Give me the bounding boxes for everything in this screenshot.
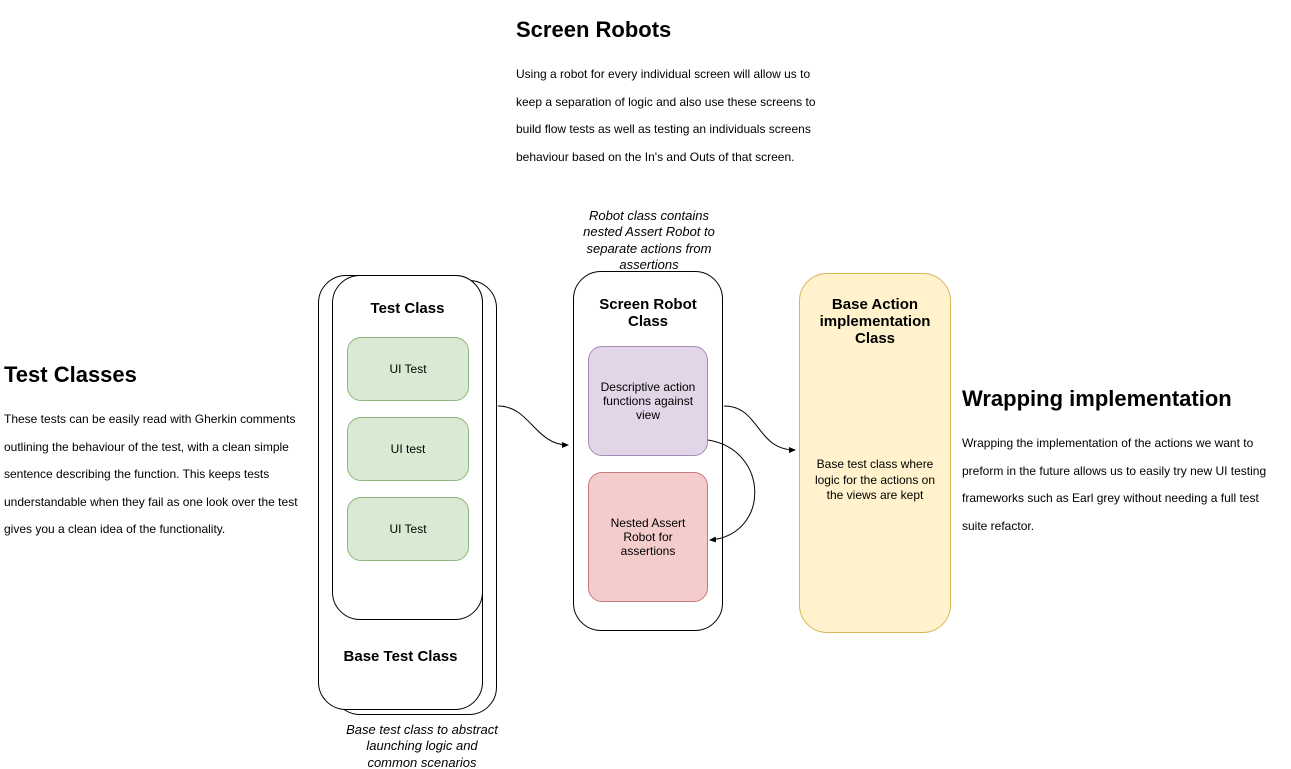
base-action-title: Base Action implementation Class bbox=[812, 296, 938, 347]
descriptive-action-pill: Descriptive action functions against vie… bbox=[588, 346, 708, 456]
screen-robots-title: Screen Robots bbox=[516, 17, 826, 43]
ui-test-pill-2: UI test bbox=[347, 417, 469, 481]
descriptive-action-label: Descriptive action functions against vie… bbox=[595, 380, 701, 422]
test-class-card: Test Class UI Test UI test UI Test bbox=[332, 275, 483, 620]
wrapping-block: Wrapping implementation Wrapping the imp… bbox=[962, 386, 1282, 540]
test-classes-body: These tests can be easily read with Gher… bbox=[4, 406, 314, 544]
wrapping-title: Wrapping implementation bbox=[962, 386, 1282, 412]
screen-robot-card: Screen Robot Class Descriptive action fu… bbox=[573, 271, 723, 631]
base-test-class-title: Base Test Class bbox=[333, 648, 468, 665]
base-action-card: Base Action implementation Class Base te… bbox=[799, 273, 951, 633]
base-test-class-note: Base test class to abstract launching lo… bbox=[346, 722, 498, 769]
arrow-robot-to-action bbox=[724, 406, 795, 450]
test-classes-block: Test Classes These tests can be easily r… bbox=[4, 362, 314, 544]
screen-robot-title: Screen Robot Class bbox=[588, 296, 708, 330]
nested-assert-label: Nested Assert Robot for assertions bbox=[595, 516, 701, 558]
wrapping-body: Wrapping the implementation of the actio… bbox=[962, 430, 1282, 540]
test-class-card-title: Test Class bbox=[347, 300, 468, 317]
arrow-test-to-robot bbox=[498, 406, 568, 445]
ui-test-pill-3: UI Test bbox=[347, 497, 469, 561]
screen-robots-block: Screen Robots Using a robot for every in… bbox=[516, 17, 826, 171]
robot-class-note: Robot class contains nested Assert Robot… bbox=[576, 208, 722, 273]
base-test-class-card: Test Class UI Test UI test UI Test Base … bbox=[318, 275, 483, 710]
screen-robots-body: Using a robot for every individual scree… bbox=[516, 61, 826, 171]
ui-test-pill-1: UI Test bbox=[347, 337, 469, 401]
ui-test-label: UI Test bbox=[389, 522, 426, 536]
nested-assert-pill: Nested Assert Robot for assertions bbox=[588, 472, 708, 602]
ui-test-label: UI Test bbox=[389, 362, 426, 376]
base-action-body: Base test class where logic for the acti… bbox=[812, 457, 938, 504]
ui-test-label: UI test bbox=[391, 442, 426, 456]
test-classes-title: Test Classes bbox=[4, 362, 314, 388]
